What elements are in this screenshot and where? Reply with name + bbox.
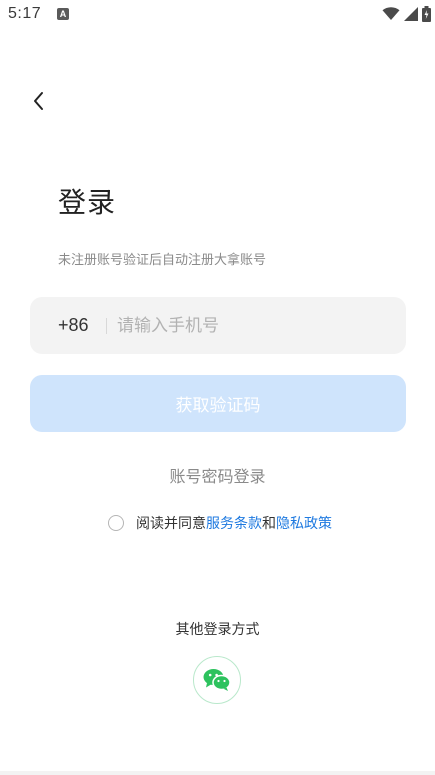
divider [106,317,107,334]
phone-input[interactable] [117,315,377,336]
agreement-prefix: 阅读并同意 [136,516,206,532]
status-icons [382,6,431,22]
battery-icon [422,6,431,22]
status-bar: 5:17 A [0,0,435,30]
wechat-icon [203,669,231,691]
wechat-login-button[interactable] [193,656,241,704]
chevron-left-icon [34,92,43,110]
country-code[interactable]: +86 [58,315,98,336]
terms-link[interactable]: 服务条款 [206,513,262,533]
status-time: 5:17 [8,5,42,22]
back-button[interactable] [26,88,52,114]
password-login-link[interactable]: 账号密码登录 [0,463,435,487]
privacy-link[interactable]: 隐私政策 [276,513,332,533]
a-icon: A [57,8,69,20]
agreement-conjunction: 和 [262,516,276,532]
home-indicator [0,771,435,775]
agreement: 阅读并同意 服务条款 和 隐私政策 [108,513,332,533]
subtitle: 未注册账号验证后自动注册大拿账号 [58,253,267,268]
phone-field[interactable]: +86 [30,297,406,354]
get-code-button[interactable]: 获取验证码 [30,375,406,432]
agree-checkbox[interactable] [108,515,124,531]
page-title: 登录 [58,186,117,219]
signal-icon [404,7,418,21]
wifi-icon [382,7,400,20]
other-login-title: 其他登录方式 [175,622,260,638]
